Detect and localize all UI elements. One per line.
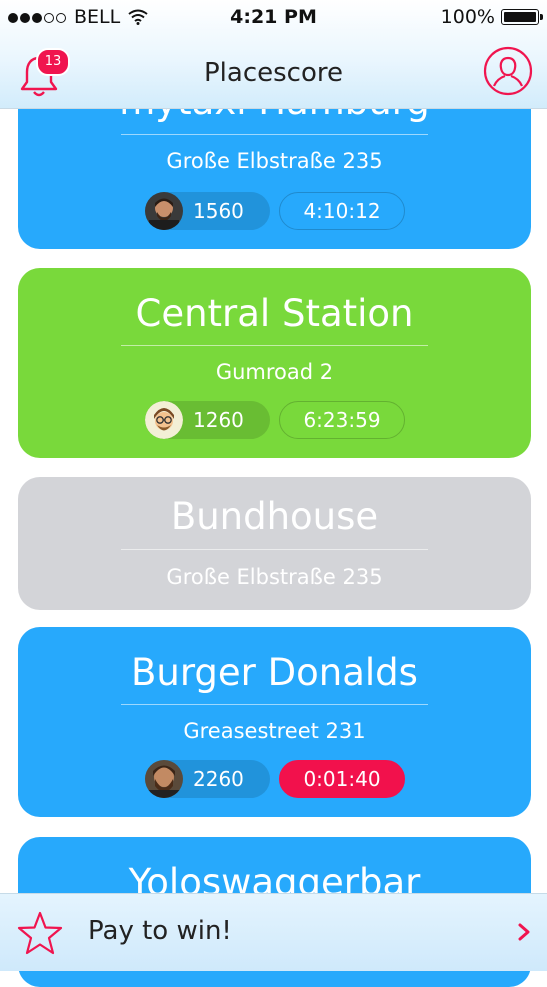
score-pill[interactable]: 2260 <box>145 760 270 798</box>
place-address: Gumroad 2 <box>215 360 334 384</box>
place-card[interactable]: Central Station Gumroad 2 1260 6:23:59 <box>18 268 531 458</box>
status-bar: BELL 4:21 PM 100% <box>0 0 547 36</box>
divider <box>121 345 428 346</box>
page-title: Placescore <box>204 58 343 88</box>
place-address: Greasestreet 231 <box>183 719 366 743</box>
score-value: 1560 <box>193 199 244 223</box>
battery-percent: 100% <box>440 6 495 28</box>
divider <box>121 134 428 135</box>
place-name: Bundhouse <box>170 495 379 538</box>
pay-to-win-bar[interactable]: Pay to win! <box>0 893 547 971</box>
battery-icon <box>501 9 543 25</box>
timer-pill[interactable]: 0:01:40 <box>279 760 405 798</box>
score-pill[interactable]: 1260 <box>145 401 270 439</box>
profile-icon[interactable] <box>483 46 533 96</box>
chevron-right-icon[interactable] <box>517 922 531 942</box>
place-name: Central Station <box>135 292 414 335</box>
timer-pill[interactable]: 4:10:12 <box>279 192 405 230</box>
divider <box>121 549 428 550</box>
score-value: 1260 <box>193 408 244 432</box>
avatar <box>145 760 183 798</box>
place-name: Burger Donalds <box>131 651 418 694</box>
avatar <box>145 192 183 230</box>
avatar <box>145 401 183 439</box>
divider <box>121 704 428 705</box>
place-card[interactable]: Bundhouse Große Elbstraße 235 <box>18 477 531 610</box>
timer-pill[interactable]: 6:23:59 <box>279 401 405 439</box>
score-pill[interactable]: 1560 <box>145 192 270 230</box>
place-address: Große Elbstraße 235 <box>166 149 383 173</box>
places-list[interactable]: mytaxi Hamburg Große Elbstraße 235 1560 … <box>0 0 547 987</box>
star-icon <box>17 911 63 955</box>
score-value: 2260 <box>193 767 244 791</box>
place-card[interactable]: Burger Donalds Greasestreet 231 2260 0:0… <box>18 627 531 817</box>
pay-to-win-label: Pay to win! <box>88 916 232 946</box>
place-address: Große Elbstraße 235 <box>166 565 383 589</box>
